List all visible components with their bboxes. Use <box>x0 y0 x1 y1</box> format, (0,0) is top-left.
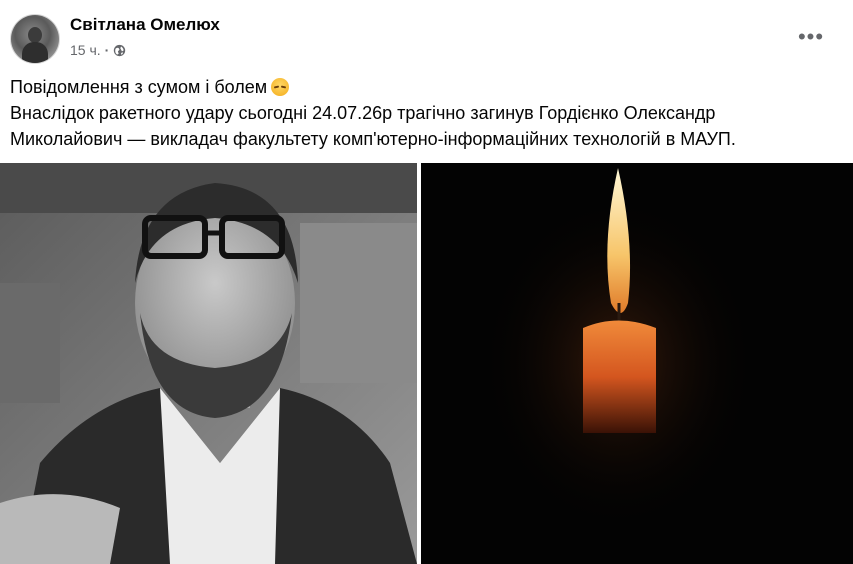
post-text-line2: Внаслідок ракетного удару сьогодні 24.07… <box>10 103 716 123</box>
sad-face-emoji-icon <box>271 78 290 96</box>
avatar[interactable] <box>10 14 60 64</box>
candle-photo[interactable] <box>421 163 853 564</box>
post-text-line1: Повідомлення з сумом і болем <box>10 74 840 100</box>
post-text-line3: Миколайович — викладач факультету комп'ю… <box>10 129 736 149</box>
portrait-illustration <box>0 163 417 564</box>
author-name[interactable]: Світлана Омелюх <box>70 15 220 35</box>
photo-grid <box>0 163 853 564</box>
post-time[interactable]: 15 ч. <box>70 42 101 58</box>
meta-separator: · <box>104 42 110 58</box>
post-header: Світлана Омелюх 15 ч. · ••• <box>0 0 853 70</box>
globe-icon[interactable] <box>113 44 126 57</box>
candle-illustration <box>421 163 853 564</box>
post-text: Повідомлення з сумом і болем Внаслідок р… <box>10 74 840 152</box>
post-meta: 15 ч. · <box>70 42 126 58</box>
portrait-photo[interactable] <box>0 163 417 564</box>
more-options-icon: ••• <box>797 24 825 49</box>
more-options-button[interactable]: ••• <box>793 22 829 52</box>
